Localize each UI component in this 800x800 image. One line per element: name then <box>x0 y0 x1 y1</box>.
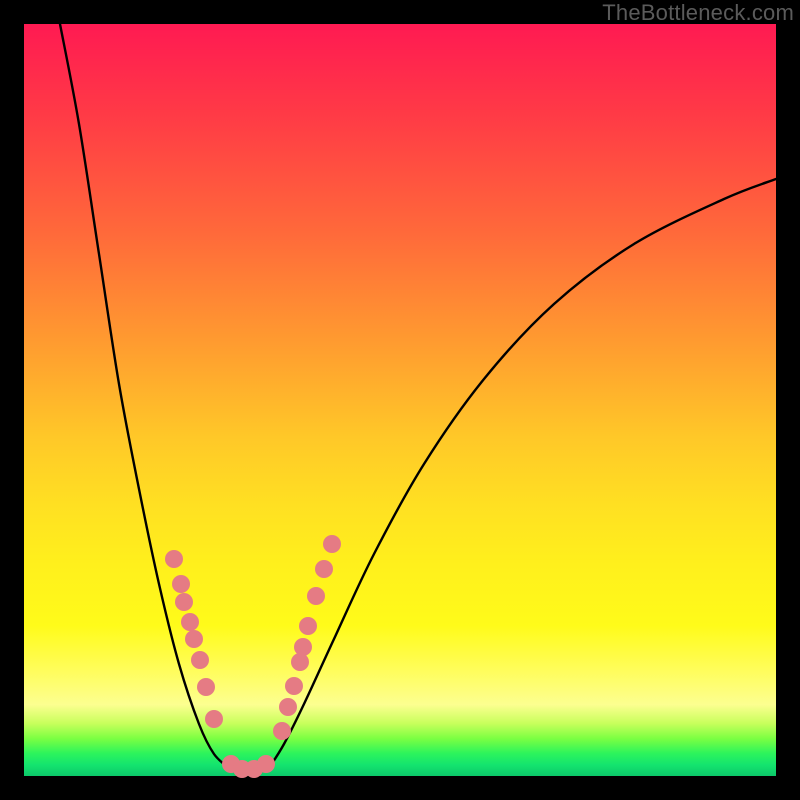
marker-dot <box>181 613 199 631</box>
marker-dot <box>273 722 291 740</box>
marker-dot <box>257 755 275 773</box>
chart-plot-area <box>24 24 776 776</box>
marker-dot <box>323 535 341 553</box>
marker-dot <box>291 653 309 671</box>
marker-dot <box>175 593 193 611</box>
bottleneck-curve-svg <box>24 24 776 776</box>
marker-dot <box>172 575 190 593</box>
marker-dot <box>307 587 325 605</box>
marker-dot <box>205 710 223 728</box>
marker-dots-group <box>165 535 341 778</box>
marker-dot <box>315 560 333 578</box>
bottleneck-curve-path <box>60 24 776 772</box>
marker-dot <box>165 550 183 568</box>
watermark-text: TheBottleneck.com <box>602 0 794 26</box>
marker-dot <box>279 698 297 716</box>
marker-dot <box>294 638 312 656</box>
marker-dot <box>285 677 303 695</box>
marker-dot <box>191 651 209 669</box>
marker-dot <box>197 678 215 696</box>
marker-dot <box>185 630 203 648</box>
marker-dot <box>299 617 317 635</box>
